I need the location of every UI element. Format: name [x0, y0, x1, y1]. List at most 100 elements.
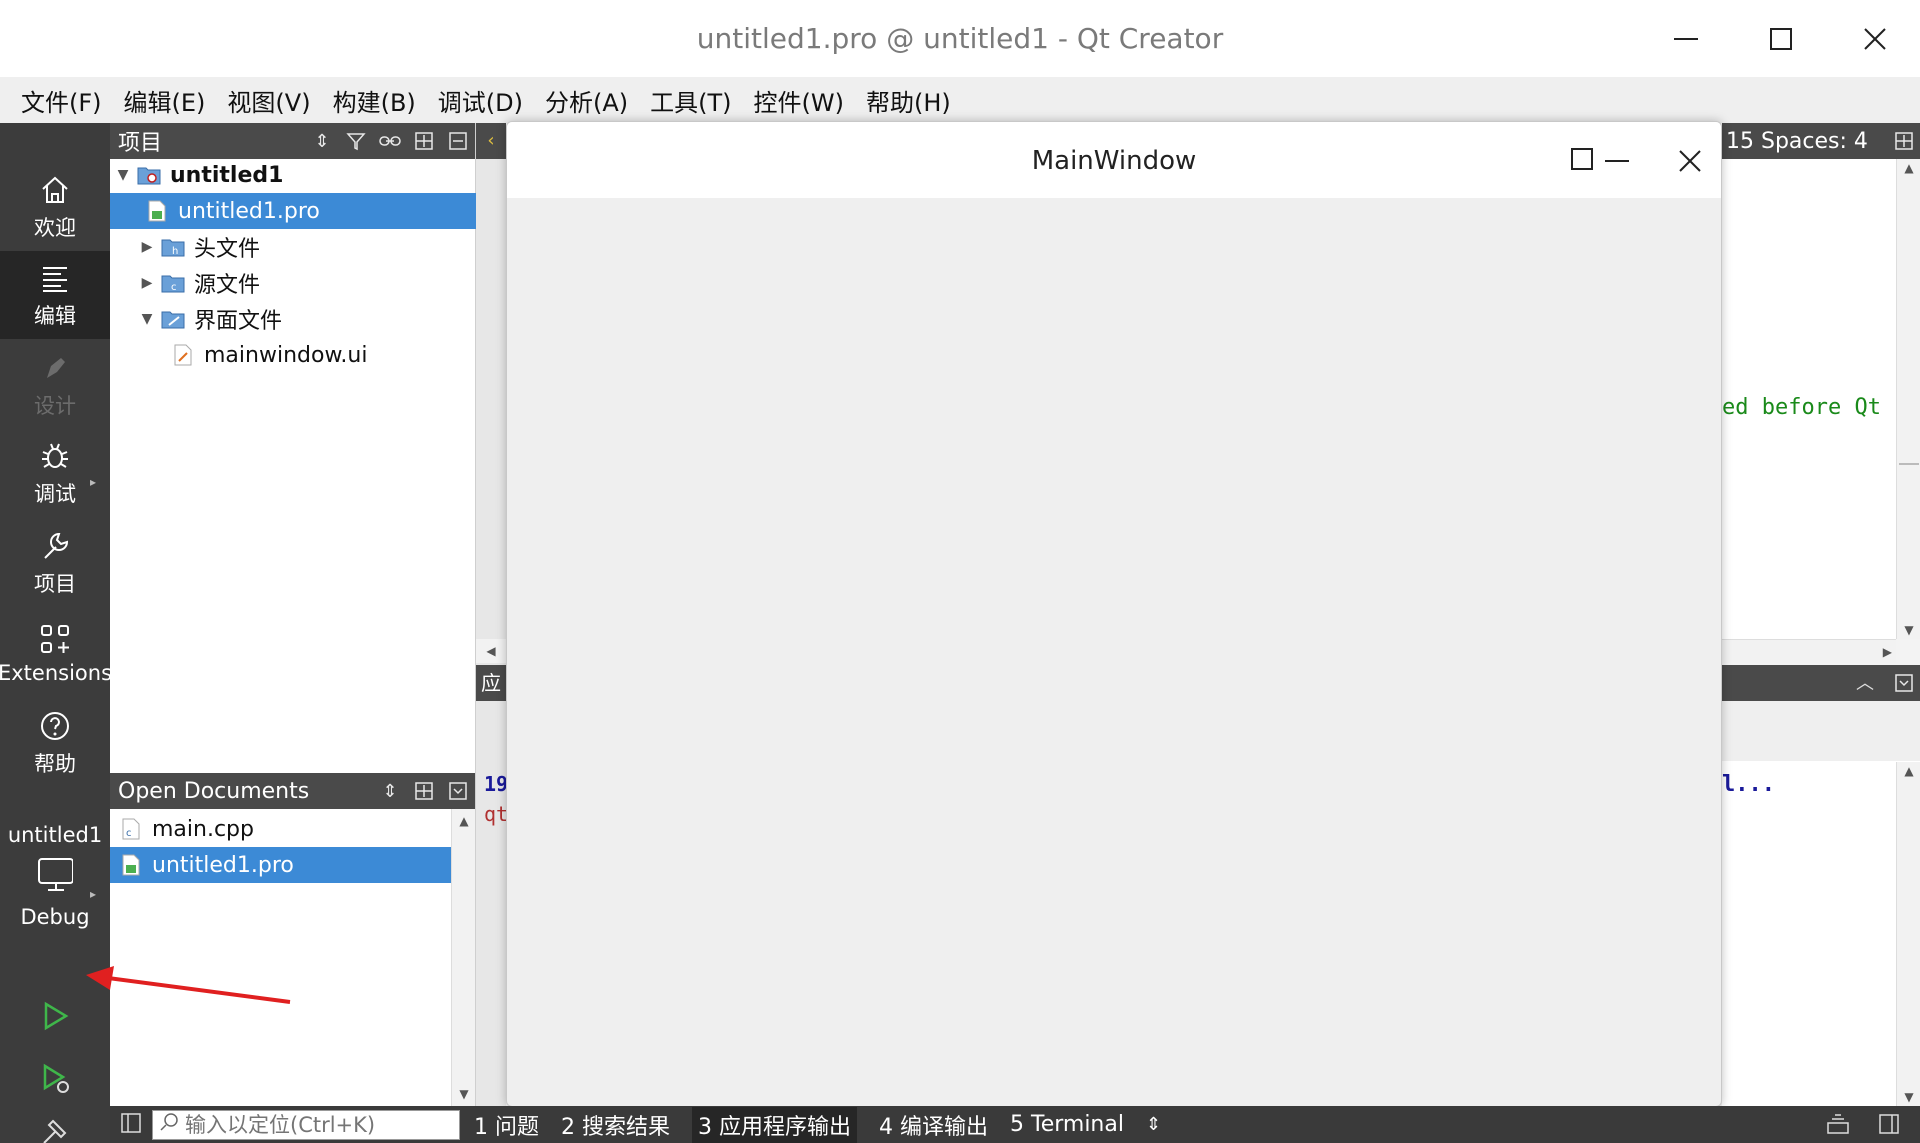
kit-project-name: untitled1: [7, 823, 103, 847]
scroll-up-icon[interactable]: ▲: [1897, 764, 1920, 778]
maximize-button[interactable]: [1751, 14, 1811, 64]
link-icon[interactable]: [373, 124, 407, 158]
pane-more-updown-icon[interactable]: ⇕: [1146, 1114, 1161, 1135]
editor-vertical-scrollbar[interactable]: ▲ ▼: [1896, 159, 1920, 639]
filter-icon[interactable]: [339, 124, 373, 158]
mode-help[interactable]: 帮助: [0, 699, 110, 787]
tree-item-label: 界面文件: [194, 309, 283, 334]
scroll-up-icon[interactable]: ▲: [1897, 161, 1920, 175]
collapse-arrow-icon[interactable]: ▼: [114, 167, 132, 183]
back-arrow-icon[interactable]: ‹: [476, 123, 506, 159]
kit-build-config: Debug: [20, 905, 90, 929]
scroll-down-icon[interactable]: ▼: [1897, 1090, 1920, 1104]
scrollbar-thumb[interactable]: [1899, 463, 1919, 465]
mainwindow-popup[interactable]: MainWindow: [506, 121, 1722, 1107]
expand-arrow-icon[interactable]: ▶: [138, 275, 156, 291]
tree-item-forms[interactable]: ▼ 界面文件: [110, 301, 476, 337]
close-icon: [1679, 150, 1701, 172]
build-button[interactable]: [0, 1101, 110, 1143]
application-output[interactable]: [1722, 701, 1920, 1106]
open-doc-label: main.cpp: [152, 816, 254, 842]
panel-menu-icon[interactable]: [441, 774, 475, 808]
hammer-icon: [37, 1113, 73, 1143]
mainwindow-close-button[interactable]: [1660, 136, 1720, 186]
mode-edit[interactable]: 编辑: [0, 251, 110, 339]
minimize-button[interactable]: [1656, 14, 1716, 64]
collapse-up-icon[interactable]: ︿: [1856, 669, 1874, 695]
kit-selector[interactable]: untitled1 Debug ▸: [0, 789, 110, 959]
output-pane-tab-partial[interactable]: 应: [481, 671, 501, 695]
vertical-scrollbar[interactable]: ▲ ▼: [451, 809, 475, 1106]
mainwindow-title: MainWindow: [1031, 146, 1197, 176]
menu-tools[interactable]: 工具(T): [639, 83, 742, 118]
panel-menu-icon[interactable]: [1894, 673, 1914, 697]
tree-item-label: mainwindow.ui: [204, 342, 368, 368]
edit-lines-icon: [37, 260, 73, 296]
close-button[interactable]: [1845, 14, 1905, 64]
tree-item-pro-file[interactable]: untitled1.pro: [110, 193, 476, 229]
sort-updown-icon[interactable]: ⇕: [305, 124, 339, 158]
sort-updown-icon[interactable]: ⇕: [373, 774, 407, 808]
mode-welcome[interactable]: 欢迎: [0, 163, 110, 251]
expand-arrow-icon: ▸: [89, 475, 96, 489]
tree-item-ui-file[interactable]: mainwindow.ui: [110, 337, 476, 373]
editor-toolbar-right: 15 Spaces: 4: [1722, 123, 1920, 159]
menu-view[interactable]: 视图(V): [216, 83, 321, 118]
wrench-icon: [37, 528, 73, 564]
tree-item-label: 源文件: [194, 273, 261, 298]
menubar: 文件(F) 编辑(E) 视图(V) 构建(B) 调试(D) 分析(A) 工具(T…: [0, 77, 1920, 123]
locator-box[interactable]: [152, 1109, 460, 1140]
output-text-line: 19: [484, 772, 509, 796]
close-panel-icon[interactable]: [441, 124, 475, 158]
scroll-down-icon[interactable]: ▼: [452, 1082, 476, 1106]
mainwindow-titlebar: MainWindow: [507, 122, 1721, 198]
menu-file[interactable]: 文件(F): [10, 83, 113, 118]
split-add-icon[interactable]: [407, 774, 441, 808]
menu-build[interactable]: 构建(B): [322, 83, 427, 118]
mode-debug[interactable]: 调试 ▸: [0, 429, 110, 517]
pane-terminal[interactable]: 5 Terminal: [1010, 1112, 1124, 1137]
tree-item-label: untitled1.pro: [178, 198, 320, 224]
cursor-position-indicator[interactable]: 15 Spaces: 4: [1726, 129, 1868, 154]
code-text-fragment: ed before Qt (: [1722, 395, 1908, 420]
menu-help[interactable]: 帮助(H): [855, 83, 962, 118]
scroll-right-icon[interactable]: ▶: [1883, 640, 1892, 664]
tree-item-sources[interactable]: ▶ c 源文件: [110, 265, 476, 301]
progress-details-icon[interactable]: [1826, 1113, 1850, 1139]
menu-analyze[interactable]: 分析(A): [534, 83, 639, 118]
mode-welcome-label: 欢迎: [34, 216, 76, 240]
open-doc-item[interactable]: untitled1.pro: [110, 847, 452, 883]
split-add-icon[interactable]: [407, 124, 441, 158]
editor-gutter: [476, 123, 506, 1106]
output-vertical-scrollbar[interactable]: ▲ ▼: [1896, 762, 1920, 1106]
expand-arrow-icon[interactable]: ▶: [138, 239, 156, 255]
scroll-down-icon[interactable]: ▼: [1897, 623, 1920, 637]
output-header: [1722, 701, 1920, 761]
menu-widgets[interactable]: 控件(W): [743, 83, 855, 118]
help-icon: [37, 708, 73, 744]
pane-issues[interactable]: 1 问题: [474, 1109, 539, 1141]
tree-item-project[interactable]: ▼ untitled1: [110, 157, 476, 193]
pane-search-results[interactable]: 2 搜索结果: [561, 1109, 670, 1141]
home-icon: [37, 172, 73, 208]
mode-design[interactable]: 设计: [0, 341, 110, 429]
menu-edit[interactable]: 编辑(E): [113, 83, 217, 118]
editor-horizontal-scrollbar[interactable]: ▶: [1722, 639, 1896, 663]
tree-item-headers[interactable]: ▶ h 头文件: [110, 229, 476, 265]
tree-item-label: untitled1: [170, 162, 284, 188]
menu-debug[interactable]: 调试(D): [427, 83, 534, 118]
mode-projects[interactable]: 项目: [0, 519, 110, 607]
pane-compile-output[interactable]: 4 编译输出: [879, 1109, 988, 1141]
toggle-sidebar-icon[interactable]: [120, 1112, 142, 1138]
scroll-up-icon[interactable]: ▲: [452, 809, 476, 833]
scroll-left-icon[interactable]: ◀: [476, 639, 506, 663]
split-add-icon[interactable]: [1894, 131, 1914, 157]
open-doc-item[interactable]: c main.cpp: [110, 811, 452, 847]
toggle-right-sidebar-icon[interactable]: [1878, 1113, 1900, 1139]
mode-extensions[interactable]: Extensions: [0, 609, 112, 697]
pane-application-output[interactable]: 3 应用程序输出: [692, 1106, 857, 1143]
locator-input[interactable]: [185, 1112, 425, 1137]
collapse-arrow-icon[interactable]: ▼: [138, 311, 156, 327]
mainwindow-maximize-button[interactable]: [1552, 134, 1612, 184]
window-titlebar: untitled1.pro @ untitled1 - Qt Creator: [0, 0, 1920, 77]
